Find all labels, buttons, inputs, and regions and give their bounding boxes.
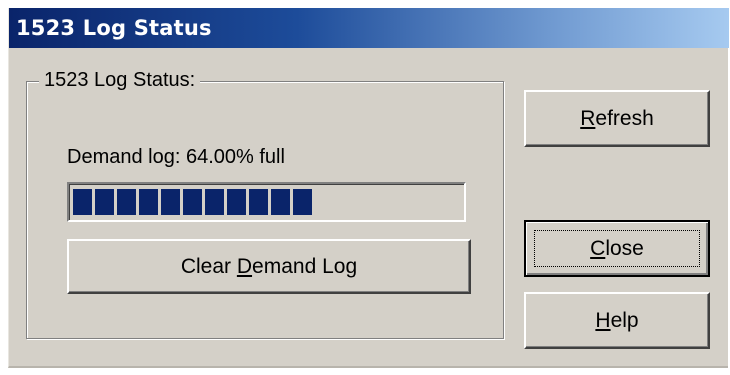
- help-button-label: Help: [595, 308, 639, 332]
- progress-block: [117, 189, 136, 215]
- clear-demand-log-button[interactable]: Clear Demand Log: [67, 239, 471, 294]
- progress-block: [227, 189, 246, 215]
- window-title: 1523 Log Status: [16, 16, 212, 40]
- refresh-button[interactable]: Refresh: [524, 90, 710, 147]
- clear-button-label: Clear Demand Log: [180, 254, 358, 278]
- groupbox-label: 1523 Log Status:: [39, 69, 201, 92]
- progress-fill: [73, 189, 321, 215]
- progress-block: [249, 189, 268, 215]
- help-button[interactable]: Help: [524, 292, 710, 349]
- demand-log-progress-bar: [67, 182, 466, 222]
- progress-block: [73, 189, 92, 215]
- progress-track: [73, 189, 460, 215]
- title-bar[interactable]: 1523 Log Status: [9, 8, 729, 48]
- progress-block: [95, 189, 114, 215]
- demand-log-label: Demand log: 64.00% full: [67, 146, 285, 168]
- refresh-button-label: Refresh: [580, 106, 654, 130]
- progress-block: [205, 189, 224, 215]
- progress-blocks: [73, 189, 321, 215]
- close-button-label: Close: [590, 236, 644, 260]
- close-button[interactable]: Close: [524, 220, 710, 277]
- progress-block: [293, 189, 312, 215]
- progress-block: [271, 189, 290, 215]
- progress-block: [161, 189, 180, 215]
- progress-block: [183, 189, 202, 215]
- progress-block: [139, 189, 158, 215]
